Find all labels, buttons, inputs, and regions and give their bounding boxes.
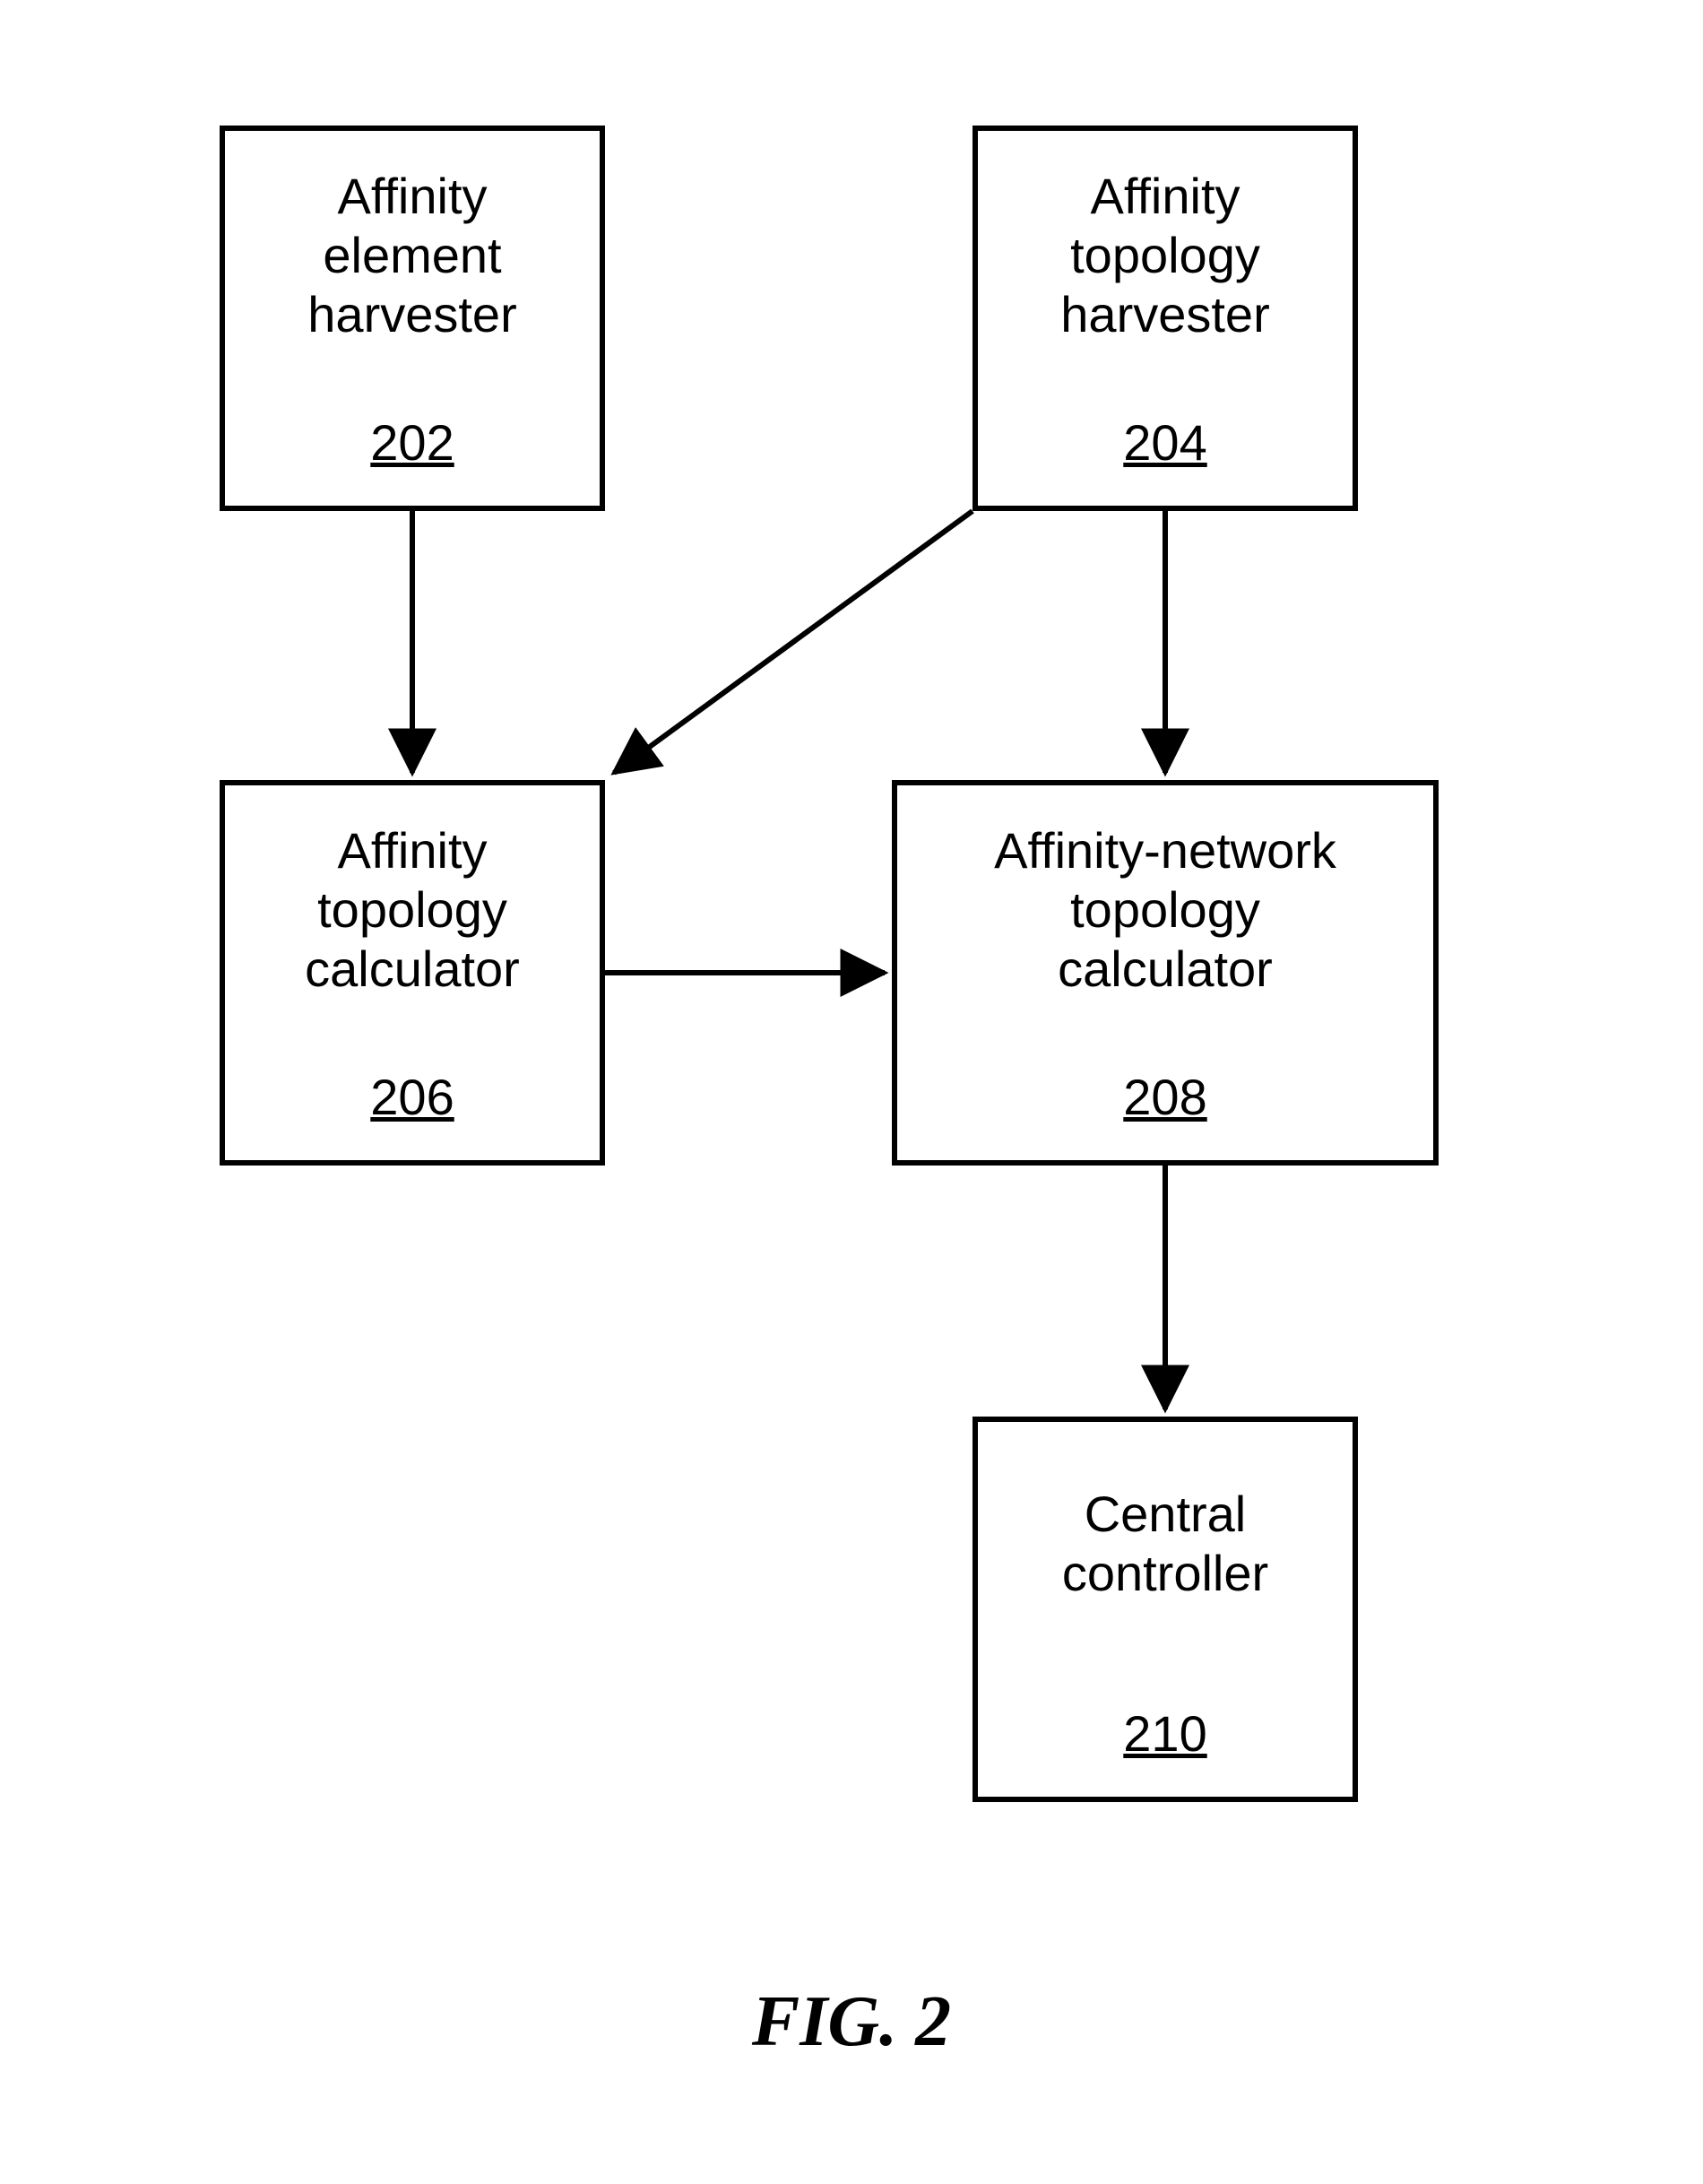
box-ref-number: 202 — [225, 413, 600, 472]
diagram-stage: Affinity element harvester 202 Affinity … — [0, 0, 1703, 2184]
box-ref-number: 210 — [978, 1704, 1353, 1763]
box-affinity-topology-calculator: Affinity topology calculator 206 — [220, 780, 605, 1166]
box-ref-number: 208 — [897, 1068, 1433, 1126]
box-title: Affinity-network topology calculator — [994, 821, 1336, 999]
box-affinity-topology-harvester: Affinity topology harvester 204 — [973, 126, 1358, 511]
box-central-controller: Central controller 210 — [973, 1417, 1358, 1802]
arrow-204-to-206 — [614, 511, 973, 773]
box-title: Affinity topology calculator — [305, 821, 520, 999]
box-title: Central controller — [1062, 1458, 1268, 1603]
box-affinity-element-harvester: Affinity element harvester 202 — [220, 126, 605, 511]
box-title: Affinity topology harvester — [1060, 167, 1269, 344]
box-title: Affinity element harvester — [307, 167, 516, 344]
box-ref-number: 206 — [225, 1068, 600, 1126]
box-ref-number: 204 — [978, 413, 1353, 472]
box-affinity-network-topology-calculator: Affinity-network topology calculator 208 — [892, 780, 1439, 1166]
figure-caption: FIG. 2 — [0, 1981, 1703, 2063]
